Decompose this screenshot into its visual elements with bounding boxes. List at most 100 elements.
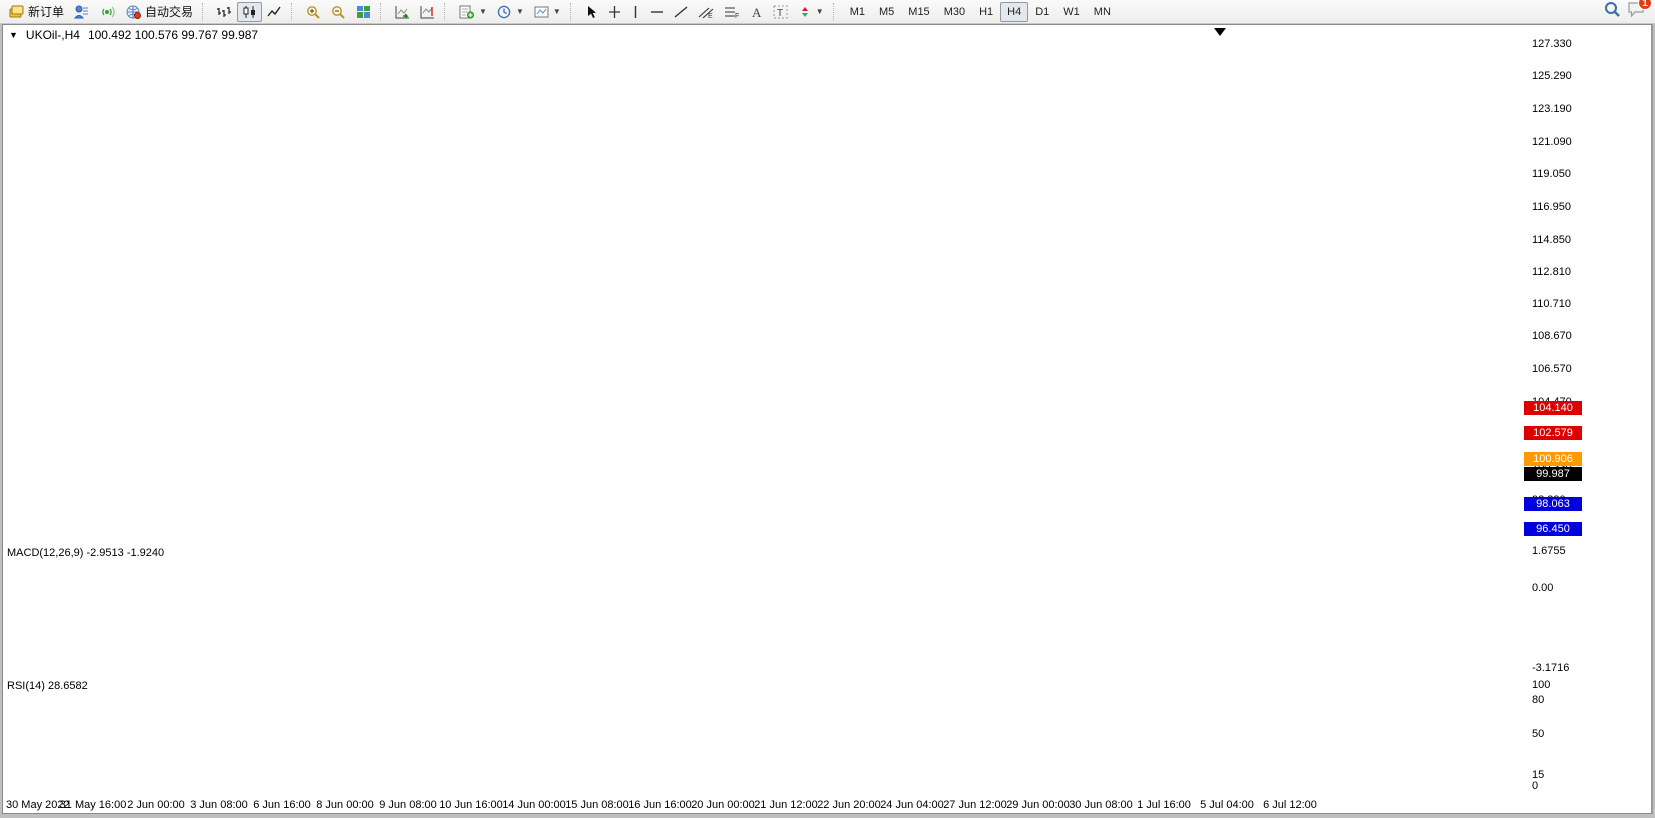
timeframe-d1[interactable]: D1 bbox=[1028, 2, 1056, 22]
price-line-label: 104.140 bbox=[1524, 401, 1582, 415]
trendline-button[interactable] bbox=[669, 2, 693, 22]
price-axis-label: 123.190 bbox=[1532, 103, 1572, 115]
toolbar-separator bbox=[291, 3, 298, 21]
zoom-in-button[interactable] bbox=[301, 2, 326, 22]
horizontal-line-button[interactable] bbox=[645, 2, 669, 22]
timeframe-w1[interactable]: W1 bbox=[1056, 2, 1087, 22]
price-axis-label: 110.710 bbox=[1532, 298, 1571, 310]
date-axis-label: 15 Jun 08:00 bbox=[565, 799, 629, 811]
signals-icon-icon bbox=[100, 5, 116, 19]
date-axis-label: 24 Jun 04:00 bbox=[880, 799, 944, 811]
date-axis-label: 14 Jun 00:00 bbox=[502, 799, 566, 811]
chart-shift-icon bbox=[420, 5, 435, 19]
macd-indicator-label: MACD(12,26,9) -2.9513 -1.9240 bbox=[7, 547, 164, 559]
price-axis-label: 108.670 bbox=[1532, 330, 1572, 342]
toolbar-separator bbox=[833, 3, 840, 21]
text-button[interactable]: A bbox=[745, 2, 768, 22]
zoom-out-icon bbox=[331, 5, 346, 19]
crosshair-icon bbox=[608, 5, 621, 19]
templates-button[interactable]: ▼ bbox=[529, 2, 566, 22]
date-axis-label: 10 Jun 16:00 bbox=[439, 799, 503, 811]
date-axis-label: 29 Jun 00:00 bbox=[1006, 799, 1070, 811]
zoom-out-button[interactable] bbox=[326, 2, 351, 22]
bar-chart-icon bbox=[217, 5, 232, 19]
rsi-axis-label: 0 bbox=[1532, 780, 1538, 792]
svg-text:F: F bbox=[735, 13, 739, 19]
crosshair-button[interactable] bbox=[603, 2, 626, 22]
line-chart-button[interactable] bbox=[262, 2, 287, 22]
notification-count-badge: 1 bbox=[1638, 0, 1652, 10]
price-axis-label: 125.290 bbox=[1532, 70, 1572, 82]
svg-text:A: A bbox=[752, 5, 762, 19]
cursor-button[interactable] bbox=[580, 2, 603, 22]
date-axis-label: 6 Jun 16:00 bbox=[253, 799, 311, 811]
price-axis-label: 121.090 bbox=[1532, 136, 1572, 148]
timeframe-m15[interactable]: M15 bbox=[901, 2, 936, 22]
signals-icon-button[interactable] bbox=[95, 2, 121, 22]
candlestick-chart-button[interactable] bbox=[237, 2, 262, 22]
date-axis-label: 1 Jul 16:00 bbox=[1137, 799, 1191, 811]
price-line-label: 100.906 bbox=[1524, 452, 1582, 466]
price-axis-label: 106.570 bbox=[1532, 363, 1572, 375]
chart-ohlc-values: 100.492 100.576 99.767 99.987 bbox=[88, 28, 258, 42]
bar-chart-button[interactable] bbox=[212, 2, 237, 22]
fibonacci-button[interactable]: F bbox=[719, 2, 745, 22]
period-button[interactable]: ▼ bbox=[492, 2, 529, 22]
arrows-button[interactable]: ▼ bbox=[793, 2, 829, 22]
horizontal-line-icon bbox=[650, 5, 664, 19]
vertical-line-button[interactable] bbox=[626, 2, 645, 22]
new-order-button[interactable]: 新订单 bbox=[4, 2, 69, 22]
vertical-line-icon bbox=[631, 5, 640, 19]
date-axis-label: 31 May 16:00 bbox=[60, 799, 127, 811]
price-axis-label: 112.810 bbox=[1532, 266, 1571, 278]
timeframe-mn[interactable]: MN bbox=[1087, 2, 1118, 22]
timeframe-m1[interactable]: M1 bbox=[843, 2, 872, 22]
profiles-icon-icon bbox=[74, 5, 90, 19]
rsi-axis-label: 80 bbox=[1532, 694, 1544, 706]
label-icon: T bbox=[773, 5, 788, 19]
auto-scroll-button[interactable] bbox=[390, 2, 415, 22]
price-axis-label: 114.850 bbox=[1532, 234, 1571, 246]
dropdown-arrow-icon: ▼ bbox=[479, 7, 487, 16]
macd-axis-label: 1.6755 bbox=[1532, 545, 1566, 557]
autotrading-button[interactable]: 自动交易 bbox=[121, 2, 198, 22]
chart-shift-marker-icon[interactable] bbox=[1214, 28, 1226, 36]
toolbar-separator bbox=[444, 3, 451, 21]
macd-axis-label: 0.00 bbox=[1532, 582, 1553, 594]
svg-text:T: T bbox=[777, 8, 783, 19]
toolbar-separator bbox=[202, 3, 209, 21]
timeframe-h4[interactable]: H4 bbox=[1000, 2, 1028, 22]
new-chart-button[interactable]: ▼ bbox=[454, 2, 492, 22]
date-axis-label: 30 Jun 08:00 bbox=[1069, 799, 1133, 811]
profiles-icon-button[interactable] bbox=[69, 2, 95, 22]
new-chart-icon bbox=[459, 5, 475, 19]
fibonacci-icon: F bbox=[724, 5, 740, 19]
chart-symbol-period: UKOil-,H4 bbox=[26, 28, 80, 42]
main-toolbar: 新订单 自动交易 ▼ ▼ ▼ E F A T ▼ M1M5M15M30H1H4D1W1MN 1 bbox=[0, 0, 1655, 24]
price-line-label: 98.063 bbox=[1524, 497, 1582, 511]
timeframe-m5[interactable]: M5 bbox=[872, 2, 901, 22]
text-icon: A bbox=[750, 5, 763, 19]
chart-shift-button[interactable] bbox=[415, 2, 440, 22]
line-chart-icon bbox=[267, 5, 282, 19]
label-button[interactable]: T bbox=[768, 2, 793, 22]
timeframe-m30[interactable]: M30 bbox=[937, 2, 972, 22]
channel-button[interactable]: E bbox=[693, 2, 719, 22]
arrows-icon bbox=[798, 5, 812, 19]
one-click-trading-caret-icon[interactable]: ▼ bbox=[9, 30, 18, 40]
dropdown-arrow-icon: ▼ bbox=[553, 7, 561, 16]
date-axis-label: 20 Jun 00:00 bbox=[691, 799, 755, 811]
chart-title-bar: ▼ UKOil-,H4 100.492 100.576 99.767 99.98… bbox=[3, 27, 258, 42]
dropdown-arrow-icon: ▼ bbox=[816, 7, 824, 16]
date-axis-label: 22 Jun 20:00 bbox=[817, 799, 881, 811]
price-line-label: 102.579 bbox=[1524, 426, 1582, 440]
search-icon[interactable] bbox=[1604, 1, 1621, 22]
autotrading-icon bbox=[126, 5, 142, 19]
tile-windows-button[interactable] bbox=[351, 2, 376, 22]
zoom-in-icon bbox=[306, 5, 321, 19]
date-axis-label: 27 Jun 12:00 bbox=[943, 799, 1007, 811]
timeframe-h1[interactable]: H1 bbox=[972, 2, 1000, 22]
notifications-icon[interactable]: 1 bbox=[1627, 1, 1645, 22]
rsi-indicator-label: RSI(14) 28.6582 bbox=[7, 680, 88, 692]
trendline-icon bbox=[674, 5, 688, 19]
